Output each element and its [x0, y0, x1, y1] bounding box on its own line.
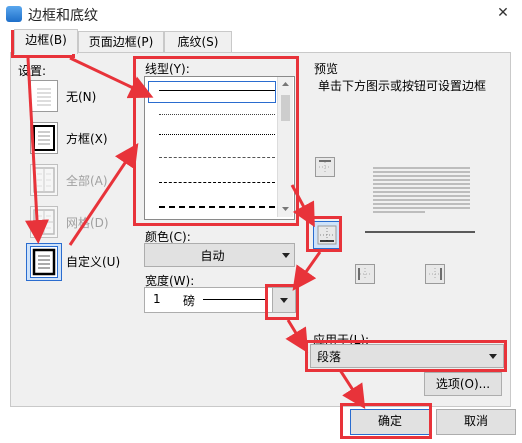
annotation-arrows: [25, 56, 366, 410]
tab-borders[interactable]: 边框(B): [14, 29, 78, 54]
tab-borders-label: 边框(B): [25, 33, 67, 47]
